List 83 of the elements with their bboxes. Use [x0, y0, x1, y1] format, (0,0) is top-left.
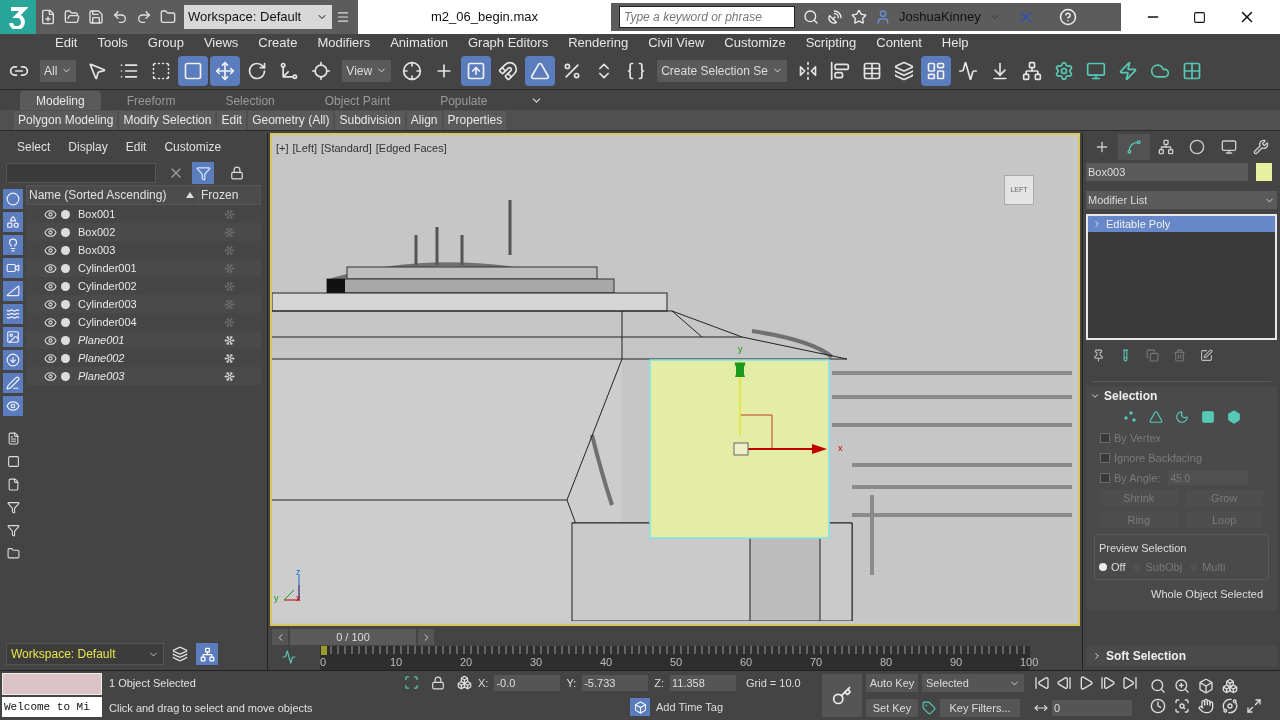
coordinate-label: X:: [478, 675, 489, 691]
auto-key-button[interactable]: Auto Key: [866, 674, 918, 693]
menu-item[interactable]: Rendering: [568, 33, 629, 53]
frame-number: 90: [950, 656, 963, 669]
workspace-dropdown[interactable]: Workspace: Default: [184, 5, 332, 29]
object-name[interactable]: Box003: [70, 241, 224, 259]
frame-number: 70: [810, 656, 823, 669]
menu-item[interactable]: Content: [876, 33, 922, 53]
window-title: m2_06_begin.max: [431, 8, 538, 27]
rollout-header[interactable]: Selection: [1086, 386, 1277, 406]
ribbon-panel-button[interactable]: Polygon Modeling: [14, 110, 118, 130]
column-header[interactable]: Frozen: [198, 186, 260, 204]
column-header[interactable]: Name (Sorted Ascending): [27, 186, 186, 204]
current-frame-field[interactable]: 0: [1052, 699, 1132, 716]
listener-output: Welcome to Mi: [2, 697, 102, 717]
ribbon-panel-button[interactable]: Modify Selection: [119, 110, 216, 130]
menu-item[interactable]: Edit: [55, 33, 78, 53]
coordinate-label: Z:: [654, 675, 664, 691]
menu-item[interactable]: Customize: [724, 33, 786, 53]
modifier-list-dropdown[interactable]: Modifier List: [1086, 191, 1277, 209]
menu-item[interactable]: Group: [147, 33, 184, 53]
explorer-menu-item[interactable]: Display: [68, 138, 108, 156]
frame-number: 0: [320, 656, 327, 669]
menu-item[interactable]: Modifiers: [317, 33, 371, 53]
object-name[interactable]: Cylinder004: [70, 313, 224, 331]
menu-item[interactable]: Scripting: [805, 33, 857, 53]
group-title: Preview Selection: [1099, 542, 1187, 554]
frame-number: 80: [880, 656, 893, 669]
grid-size: Grid = 10.0: [746, 675, 802, 691]
selection-count: 1 Object Selected: [109, 676, 197, 691]
viewport-label[interactable]: [Standard]: [321, 140, 372, 157]
prompt-line: Click and drag to select and move objects: [109, 700, 314, 716]
ribbon-tab[interactable]: Modeling: [20, 91, 101, 110]
workspace-dropdown[interactable]: Workspace: Default: [6, 643, 164, 665]
ribbon-tab[interactable]: Freeform: [102, 91, 200, 110]
menu-item[interactable]: Graph Editors: [467, 33, 549, 53]
object-name[interactable]: Box001: [70, 205, 224, 223]
frame-number: 100: [1020, 656, 1039, 669]
toolbar-dropdown[interactable]: Create Selection Se: [657, 59, 787, 82]
key-filters-button[interactable]: Key Filters...: [940, 698, 1020, 717]
time-tag-label: Add Time Tag: [656, 700, 724, 716]
menu-item[interactable]: Help: [941, 33, 969, 53]
toolbar-dropdown[interactable]: All: [40, 59, 77, 82]
frame-number: 40: [600, 656, 613, 669]
frame-number: 20: [460, 656, 473, 669]
object-name[interactable]: Plane002: [70, 349, 224, 367]
toolbar-dropdown[interactable]: View: [342, 59, 392, 82]
ribbon-panel-button[interactable]: Edit: [217, 110, 247, 130]
set-key-button[interactable]: Set Key: [866, 698, 918, 717]
viewport-label[interactable]: [Edged Faces]: [375, 140, 447, 157]
ribbon-tab[interactable]: Object Paint: [300, 91, 415, 110]
menu-item[interactable]: Animation: [390, 33, 448, 53]
time-slider-thumb[interactable]: 0 / 100: [290, 629, 416, 645]
explorer-menu-item[interactable]: Customize: [164, 138, 222, 156]
menu-item[interactable]: Civil View: [648, 33, 705, 53]
frame-number: 10: [390, 656, 403, 669]
ribbon-panel-button[interactable]: Geometry (All): [248, 110, 334, 130]
ribbon-tab[interactable]: Populate: [416, 91, 512, 110]
frame-number: 30: [530, 656, 543, 669]
menu-item[interactable]: Tools: [97, 33, 128, 53]
menu-item[interactable]: Views: [203, 33, 239, 53]
coordinate-field[interactable]: 11.358: [670, 674, 736, 691]
viewport-label[interactable]: [+]: [276, 140, 289, 157]
key-mode-dropdown[interactable]: Selected: [922, 674, 1024, 693]
ribbon-panel-button[interactable]: Subdivision: [335, 110, 405, 130]
menu-item[interactable]: Create: [258, 33, 298, 53]
radio-option[interactable]: Off: [1099, 559, 1126, 576]
rollout-header[interactable]: Soft Selection: [1086, 646, 1277, 666]
object-name-field[interactable]: Box003: [1086, 163, 1248, 181]
frame-number: 50: [670, 656, 683, 669]
coordinate-field[interactable]: -0.0: [494, 674, 561, 691]
ribbon-tab[interactable]: Selection: [201, 91, 299, 110]
coordinate-label: Y:: [566, 675, 577, 691]
explorer-menu-item[interactable]: Edit: [125, 138, 147, 156]
ribbon-panel-button[interactable]: Align: [406, 110, 442, 130]
frame-number: 60: [740, 656, 753, 669]
explorer-menu-item[interactable]: Select: [17, 138, 51, 156]
object-name[interactable]: Cylinder002: [70, 277, 224, 295]
search-field[interactable]: Type a keyword or phrase: [619, 6, 795, 28]
selection-status: Whole Object Selected: [1150, 586, 1264, 602]
ribbon-panel-button[interactable]: Properties: [443, 110, 507, 130]
coordinate-field[interactable]: -5.733: [582, 674, 649, 691]
viewport-label[interactable]: [Left]: [292, 140, 317, 157]
